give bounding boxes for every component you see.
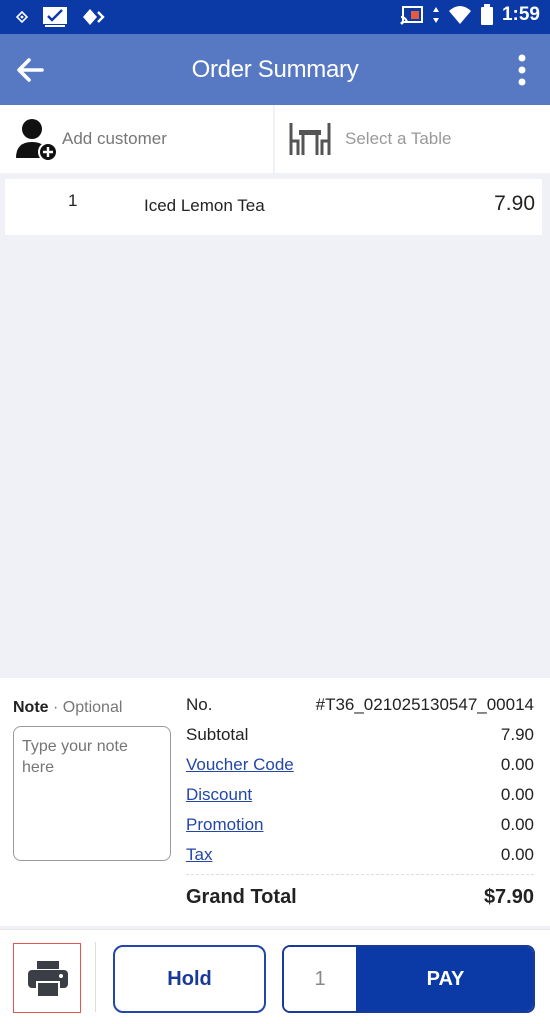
diamond-icon: [83, 9, 105, 25]
note-input[interactable]: [13, 726, 171, 861]
add-customer-button[interactable]: Add customer: [0, 105, 273, 173]
nav-icon: [16, 11, 28, 23]
status-time: 1:59: [501, 4, 540, 25]
image-check-icon: [43, 7, 67, 27]
wifi-icon: [448, 6, 471, 24]
pay-group: 1 PAY: [282, 945, 535, 1013]
voucher-code-link[interactable]: Voucher Code: [186, 755, 294, 775]
select-table-button[interactable]: Select a Table: [275, 105, 550, 173]
discount-link[interactable]: Discount: [186, 785, 252, 805]
subtotal-label: Subtotal: [186, 725, 249, 744]
status-bar: 1:59: [0, 0, 550, 34]
customer-table-row: Add customer Select a Table: [0, 105, 550, 173]
subtotal-row: Subtotal 7.90: [186, 725, 534, 747]
battery-icon: [480, 4, 493, 25]
app-bar: Order Summary: [0, 34, 550, 105]
select-table-label: Select a Table: [345, 129, 452, 148]
status-right-icons: 1:59: [400, 4, 540, 26]
note-title: Note: [13, 699, 49, 716]
subtotal-value: 7.90: [500, 725, 534, 744]
page-title: Order Summary: [191, 56, 359, 83]
item-quantity: 1: [68, 191, 78, 210]
promotion-value: 0.00: [500, 815, 534, 834]
tax-link[interactable]: Tax: [186, 845, 212, 865]
promotion-row: Promotion 0.00: [186, 815, 534, 837]
order-item-row[interactable]: 1 Iced Lemon Tea 7.90: [5, 179, 542, 235]
order-number-row: No. #T36_021025130547_00014: [186, 695, 534, 717]
voucher-row: Voucher Code 0.00: [186, 755, 534, 777]
bottom-action-bar: Hold 1 PAY: [0, 929, 550, 1024]
order-number-label: No.: [186, 695, 213, 714]
table-icon: [289, 123, 331, 155]
status-left-icons: [16, 6, 106, 28]
print-button[interactable]: [13, 943, 81, 1013]
note-optional: Optional: [62, 699, 123, 716]
discount-value: 0.00: [500, 785, 534, 804]
action-separator: [95, 942, 96, 1012]
note-label: Note · Optional: [13, 699, 122, 717]
summary-panel: Note · Optional No. #T36_021025130547_00…: [0, 678, 550, 926]
add-customer-label: Add customer: [62, 129, 167, 148]
item-price: 7.90: [494, 192, 535, 215]
more-vert-icon[interactable]: [516, 52, 528, 88]
grand-total-value: $7.90: [483, 886, 534, 908]
summary-divider: [186, 874, 534, 875]
pay-quantity[interactable]: 1: [284, 947, 356, 1011]
cast-icon: [400, 6, 423, 25]
data-arrows-icon: [432, 7, 439, 23]
printer-icon: [28, 961, 68, 998]
grand-total-row: Grand Total $7.90: [186, 886, 534, 912]
tax-row: Tax 0.00: [186, 845, 534, 867]
add-person-icon: [16, 119, 58, 162]
grand-total-label: Grand Total: [186, 886, 297, 908]
item-name: Iced Lemon Tea: [144, 196, 265, 215]
discount-row: Discount 0.00: [186, 785, 534, 807]
promotion-link[interactable]: Promotion: [186, 815, 263, 835]
tax-value: 0.00: [500, 845, 534, 864]
note-separator: ·: [53, 699, 59, 716]
pay-button[interactable]: PAY: [356, 947, 533, 1011]
voucher-value: 0.00: [500, 755, 534, 774]
order-number-value: #T36_021025130547_00014: [315, 695, 534, 714]
hold-button[interactable]: Hold: [113, 945, 266, 1013]
